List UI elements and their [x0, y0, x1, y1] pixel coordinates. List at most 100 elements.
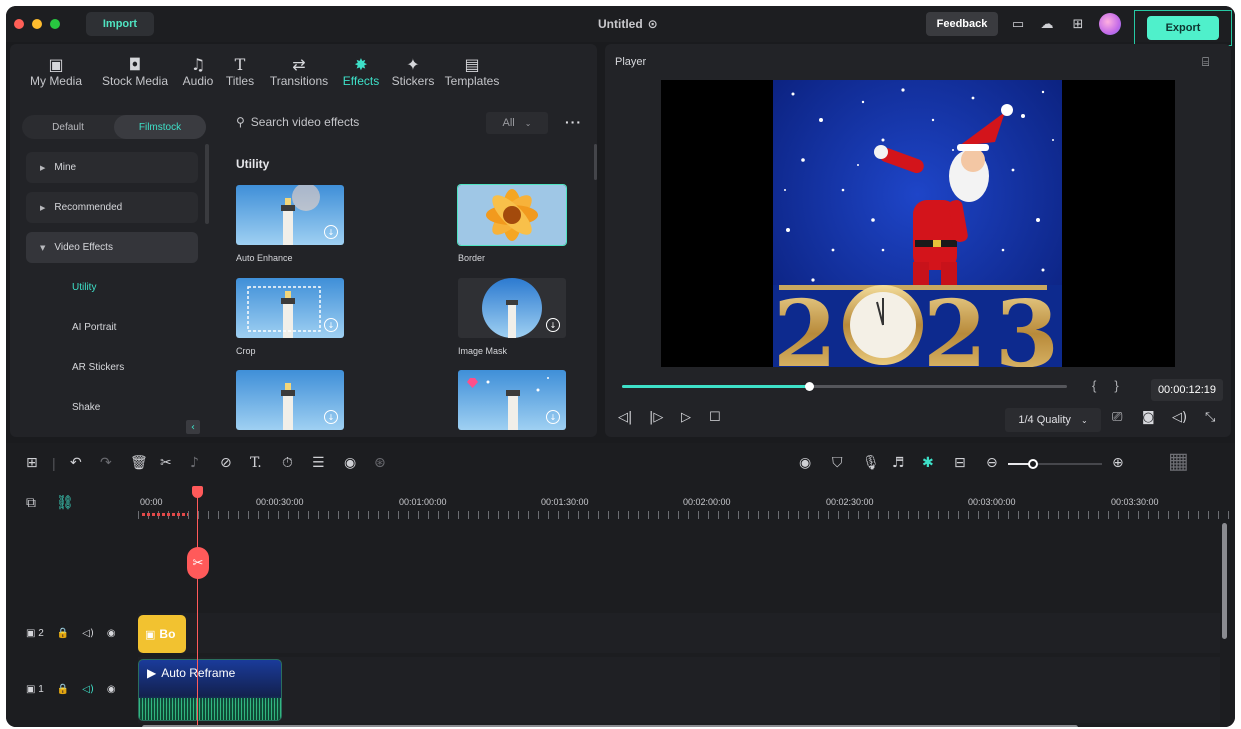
zoom-knob[interactable] — [1028, 459, 1038, 469]
sidebar-item-video-effects[interactable]: ▼ Video Effects — [26, 232, 198, 263]
tab-templates[interactable]: ▤ Templates — [440, 44, 504, 104]
redo-icon[interactable]: ↷ — [100, 455, 112, 471]
effect-card[interactable]: ↓ — [236, 370, 344, 430]
add-track-icon[interactable]: ⧉ — [26, 495, 36, 511]
search-box[interactable]: ⚲ Search video effects — [236, 115, 359, 129]
track-view-icon[interactable]: ▦ — [1168, 449, 1189, 474]
tab-my-media[interactable]: ▣ My Media — [20, 44, 92, 104]
effect-card[interactable]: ↓ — [458, 370, 566, 430]
snapshot-icon[interactable]: ◙ — [1142, 410, 1155, 425]
effect-card-image-mask[interactable]: ↓ Image Mask — [458, 278, 566, 356]
delete-icon[interactable]: 🗑 — [130, 455, 148, 471]
cloud-icon[interactable]: ☁ — [1039, 16, 1055, 32]
layout-icon[interactable]: ▭ — [1010, 16, 1026, 32]
eye-icon[interactable]: ◉ — [107, 628, 116, 639]
text-tool-icon[interactable]: T. — [250, 455, 262, 471]
track-1-row[interactable] — [138, 657, 1220, 723]
eye-icon[interactable]: ◉ — [107, 684, 116, 695]
render-icon[interactable]: ◉ — [799, 455, 811, 471]
mark-in-out[interactable]: {} — [1092, 378, 1137, 393]
sidebar-item-ai-portrait[interactable]: AI Portrait — [26, 312, 198, 343]
cut-icon[interactable]: ✂ — [160, 455, 172, 471]
music-list-icon[interactable]: ♬ — [892, 455, 905, 471]
sidebar-item-utility[interactable]: Utility — [26, 272, 198, 303]
sidebar-item-recommended[interactable]: ▶ Recommended — [26, 192, 198, 223]
color-match-icon[interactable]: ◉ — [344, 455, 356, 471]
volume-icon[interactable]: ◁) — [1172, 410, 1187, 425]
zoom-out-icon[interactable]: ⊖ — [986, 455, 998, 471]
speaker-icon[interactable]: ◁) — [82, 628, 94, 639]
audio-split-icon[interactable]: ♪ — [190, 455, 199, 471]
fit-icon[interactable]: ⊟ — [954, 455, 966, 471]
ai-tool-icon[interactable]: ⊛ — [374, 455, 386, 471]
avatar[interactable] — [1099, 13, 1121, 35]
tab-audio[interactable]: ♫ Audio — [178, 44, 218, 104]
zoom-slider[interactable] — [1008, 459, 1102, 469]
minimize-window-button[interactable] — [32, 19, 42, 29]
video-preview[interactable]: 2 2 3 — [661, 80, 1175, 367]
more-options-icon[interactable]: ··· — [565, 114, 582, 130]
microphone-icon[interactable]: 🎙 — [862, 455, 880, 471]
search-input[interactable]: Search video effects — [251, 115, 360, 129]
mask-icon[interactable]: ⊘ — [220, 455, 232, 471]
export-button[interactable]: Export — [1134, 10, 1232, 46]
snap-icon[interactable]: ✱ — [922, 455, 934, 471]
sidebar-item-ar-stickers[interactable]: AR Stickers — [26, 352, 198, 383]
close-window-button[interactable] — [14, 19, 24, 29]
video-clip[interactable]: ▶ Auto Reframe — [138, 659, 282, 721]
zoom-in-icon[interactable]: ⊕ — [1112, 455, 1124, 471]
sidebar-item-shake[interactable]: Shake — [26, 392, 198, 423]
tab-stock-media[interactable]: ◘ Stock Media — [92, 44, 178, 104]
feedback-button[interactable]: Feedback — [926, 12, 998, 36]
effect-card-crop[interactable]: ↓ Crop — [236, 278, 344, 356]
fullscreen-icon[interactable]: ⤡ — [1205, 410, 1215, 425]
playhead-handle[interactable] — [192, 486, 203, 498]
undo-icon[interactable]: ↶ — [70, 455, 82, 471]
download-icon[interactable]: ↓ — [546, 318, 560, 332]
track-2-row[interactable] — [138, 613, 1220, 653]
sidebar-scrollbar[interactable] — [205, 144, 209, 224]
download-icon[interactable]: ↓ — [324, 410, 338, 424]
download-icon[interactable]: ↓ — [324, 225, 338, 239]
effect-card-border[interactable]: Border — [458, 185, 566, 263]
grid-apps-icon[interactable]: ⊞ — [1070, 16, 1086, 32]
import-button[interactable]: Import — [86, 12, 154, 36]
link-icon[interactable]: ⛓ — [56, 495, 74, 511]
adjust-icon[interactable]: ☰ — [312, 455, 325, 471]
tab-transitions[interactable]: ⇄ Transitions — [262, 44, 336, 104]
effects-scrollbar[interactable] — [594, 144, 597, 180]
speaker-muted-icon[interactable]: ◁) — [82, 684, 94, 695]
playback-progress-bar[interactable] — [622, 382, 1067, 391]
speed-timer-icon[interactable]: ⏱ — [282, 455, 293, 471]
play-icon[interactable]: ▷ — [681, 410, 691, 425]
timeline-vertical-scrollbar[interactable] — [1222, 523, 1227, 639]
download-icon[interactable]: ↓ — [324, 318, 338, 332]
progress-knob[interactable] — [804, 382, 814, 391]
stop-icon[interactable]: ☐ — [709, 410, 721, 425]
effect-card-auto-enhance[interactable]: ↓ Auto Enhance — [236, 185, 344, 263]
default-option[interactable]: Default — [22, 115, 114, 139]
playhead-line[interactable] — [197, 487, 198, 727]
lock-icon[interactable]: 🔒 — [57, 684, 69, 695]
layout-grid-icon[interactable]: ⊞ — [26, 455, 38, 471]
download-icon[interactable]: ↓ — [546, 410, 560, 424]
filmstock-option[interactable]: Filmstock — [114, 115, 206, 139]
effects-filter-select[interactable]: All ⌄ — [486, 112, 548, 134]
tab-titles[interactable]: T Titles — [218, 44, 262, 104]
shield-icon[interactable]: ⛉ — [832, 455, 843, 471]
lock-icon[interactable]: 🔒 — [57, 628, 69, 639]
quality-select[interactable]: 1/4 Quality ⌄ — [1005, 408, 1101, 432]
step-forward-icon[interactable]: |▷ — [649, 410, 663, 425]
display-icon[interactable]: ⎚ — [1112, 410, 1122, 425]
scissors-icon[interactable]: ✂ — [187, 547, 209, 579]
collapse-sidebar-icon[interactable]: ‹ — [186, 420, 200, 434]
timeline-horizontal-scrollbar[interactable] — [142, 725, 1078, 727]
step-back-icon[interactable]: ◁| — [618, 410, 632, 425]
tab-stickers[interactable]: ✦ Stickers — [386, 44, 440, 104]
effect-clip[interactable]: ▣ Bo — [138, 615, 186, 653]
sidebar-item-mine[interactable]: ▶ Mine — [26, 152, 198, 183]
maximize-window-button[interactable] — [50, 19, 60, 29]
image-compare-icon[interactable]: ⌸ — [1202, 55, 1209, 70]
timeline-ruler[interactable]: 00:00 00:00:30:00 00:01:00:00 00:01:30:0… — [138, 491, 1235, 519]
tab-effects[interactable]: ✸ Effects — [336, 44, 386, 104]
